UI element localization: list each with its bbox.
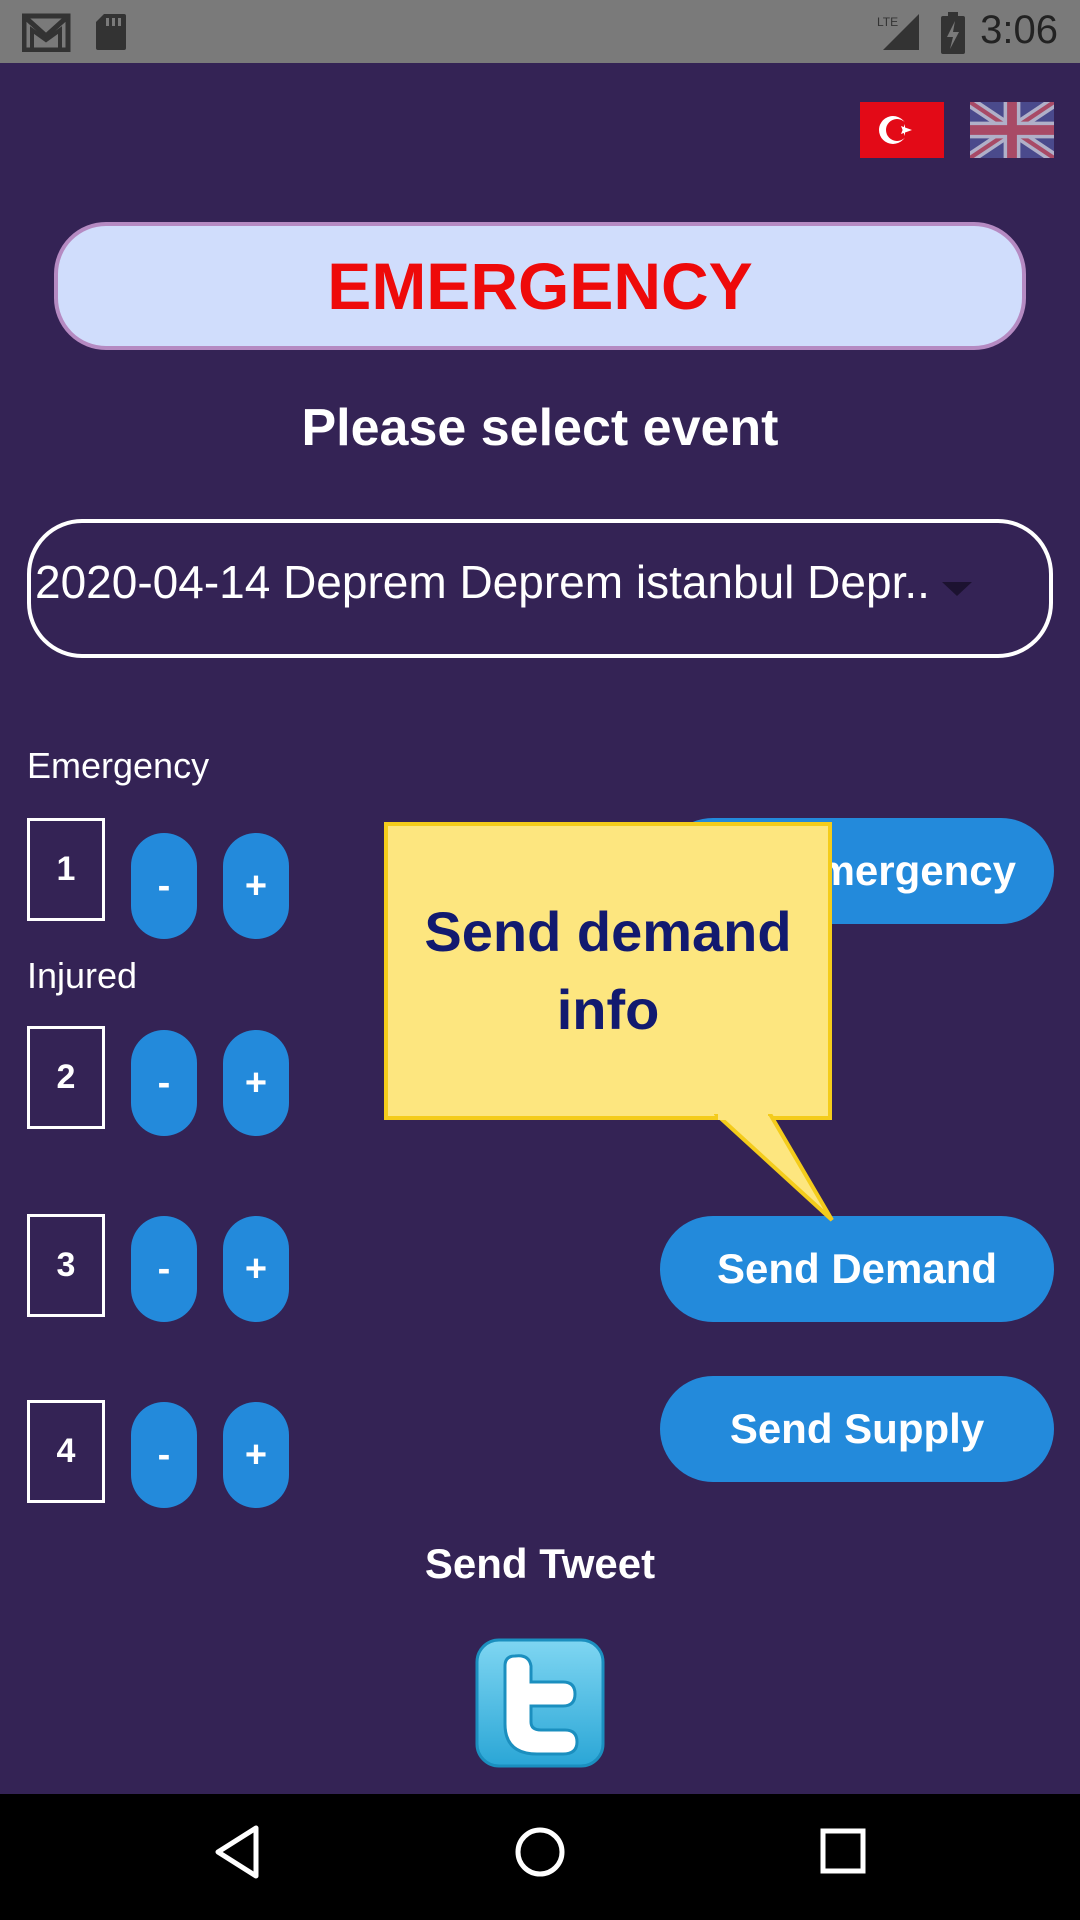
- sd-card-icon: [96, 14, 126, 50]
- increment-button-4[interactable]: +: [223, 1402, 289, 1508]
- home-icon[interactable]: [512, 1824, 568, 1880]
- network-type: LTE: [877, 15, 898, 29]
- counter-value-4[interactable]: 4: [27, 1400, 105, 1503]
- emergency-label: Emergency: [27, 745, 210, 786]
- event-selected-value: 2020-04-14 Deprem Deprem istanbul Depr..: [35, 556, 930, 608]
- twitter-button[interactable]: [475, 1638, 605, 1768]
- injured-label: Injured: [27, 955, 138, 996]
- counter-value-2[interactable]: 2: [27, 1026, 105, 1129]
- counter-value-3[interactable]: 3: [27, 1214, 105, 1317]
- increment-button-2[interactable]: +: [223, 1030, 289, 1136]
- increment-button-3[interactable]: +: [223, 1216, 289, 1322]
- uk-flag-icon: [966, 97, 1058, 163]
- english-flag-button[interactable]: [966, 97, 1058, 163]
- tooltip-pointer: [714, 1114, 834, 1222]
- send-demand-button[interactable]: Send Demand: [660, 1216, 1054, 1322]
- event-prompt: Please select event: [301, 399, 779, 457]
- decrement-button-2[interactable]: -: [131, 1030, 197, 1136]
- twitter-icon: [475, 1638, 605, 1768]
- recents-icon[interactable]: [818, 1824, 868, 1880]
- send-tweet-label: Send Tweet: [424, 1540, 656, 1587]
- status-bar: LTE 3:06: [0, 0, 1080, 63]
- counter-value-1[interactable]: 1: [27, 818, 105, 921]
- turkey-flag-icon: [860, 102, 944, 158]
- decrement-button-4[interactable]: -: [131, 1402, 197, 1508]
- send-supply-button[interactable]: Send Supply: [660, 1376, 1054, 1482]
- increment-button-1[interactable]: +: [223, 833, 289, 939]
- tutorial-tooltip: Send demand info: [384, 822, 832, 1120]
- decrement-button-3[interactable]: -: [131, 1216, 197, 1322]
- navigation-bar: [0, 1794, 1080, 1920]
- gmail-icon: [22, 13, 71, 52]
- clock: 3:06: [980, 8, 1058, 52]
- turkish-flag-button[interactable]: [860, 102, 944, 158]
- event-dropdown[interactable]: 2020-04-14 Deprem Deprem istanbul Depr..: [27, 519, 1053, 658]
- dropdown-arrow-icon: [942, 582, 972, 596]
- lte-signal-icon: LTE: [877, 14, 919, 50]
- emergency-button[interactable]: EMERGENCY: [54, 222, 1026, 350]
- battery-charging-icon: [941, 12, 965, 54]
- decrement-button-1[interactable]: -: [131, 833, 197, 939]
- back-icon[interactable]: [212, 1824, 262, 1880]
